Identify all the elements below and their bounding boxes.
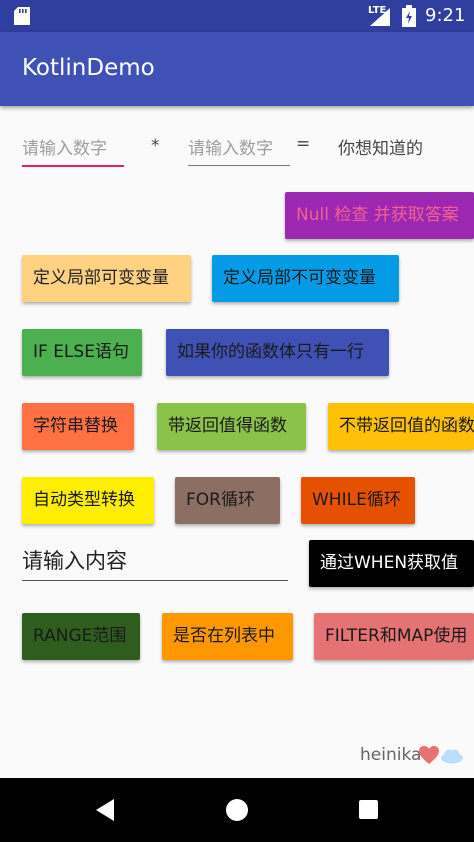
cloud-icon	[441, 749, 463, 764]
multiply-operator: *	[151, 136, 160, 156]
home-icon[interactable]	[226, 799, 248, 821]
battery-charging-icon	[402, 5, 416, 27]
recent-apps-icon[interactable]	[359, 800, 378, 819]
number-input-1[interactable]: 请输入数字	[22, 134, 124, 167]
local-var-button[interactable]: 定义局部可变变量	[22, 255, 191, 302]
heart-icon	[419, 746, 439, 764]
filter-map-button[interactable]: FILTER和MAP使用	[314, 613, 474, 660]
clock: 9:21	[425, 5, 466, 26]
result-text: 你想知道的	[338, 139, 423, 159]
auto-cast-button[interactable]: 自动类型转换	[22, 477, 154, 524]
for-loop-button[interactable]: FOR循环	[175, 477, 280, 524]
status-bar: LTE ✕ 9:21	[0, 0, 474, 32]
string-replace-button[interactable]: 字符串替换	[22, 403, 134, 450]
equals-sign: =	[296, 134, 311, 154]
content-input[interactable]: 请输入内容	[22, 546, 288, 581]
in-list-button[interactable]: 是否在列表中	[162, 613, 293, 660]
back-icon[interactable]	[94, 798, 116, 822]
number-input-2[interactable]: 请输入数字	[188, 134, 290, 166]
function-with-return-button[interactable]: 带返回值得函数	[157, 403, 306, 450]
signal-icon: ✕	[370, 8, 390, 26]
author-label: heinika	[360, 745, 422, 765]
null-check-button[interactable]: Null 检查 并获取答案	[285, 192, 474, 239]
single-line-function-button[interactable]: 如果你的函数体只有一行	[166, 329, 389, 376]
function-without-return-button[interactable]: 不带返回值的函数	[328, 403, 474, 450]
while-loop-button[interactable]: WHILE循环	[301, 477, 415, 524]
sd-card-icon	[14, 7, 30, 25]
range-button[interactable]: RANGE范围	[22, 613, 140, 660]
local-val-button[interactable]: 定义局部不可变变量	[212, 255, 399, 302]
if-else-button[interactable]: IF ELSE语句	[22, 329, 142, 376]
app-bar: KotlinDemo	[0, 32, 474, 106]
app-title: KotlinDemo	[22, 55, 155, 81]
when-value-button[interactable]: 通过WHEN获取值	[309, 540, 474, 587]
svg-text:✕: ✕	[382, 20, 388, 26]
